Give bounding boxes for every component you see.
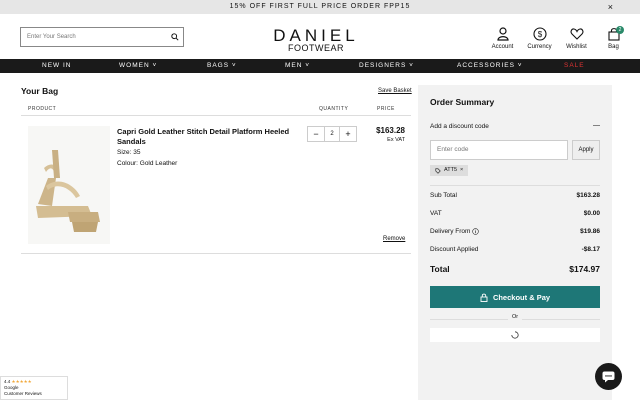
product-image[interactable] [28, 126, 110, 244]
product-size: Size: 35 [117, 149, 141, 156]
promo-close-icon[interactable]: × [608, 0, 614, 14]
bag-label: Bag [608, 44, 619, 50]
search-box[interactable]: Enter Your Search [20, 27, 184, 47]
subtotal-label: Sub Total [430, 192, 457, 199]
account-link[interactable]: Account [484, 27, 521, 50]
user-icon [496, 27, 509, 41]
total-value: $174.97 [569, 264, 600, 274]
header-divider [21, 115, 411, 116]
remove-item-link[interactable]: Remove [383, 236, 405, 242]
promo-banner: 15% OFF FIRST FULL PRICE ORDER FPP15 × [0, 0, 640, 14]
total-label: Total [430, 264, 450, 274]
apply-code-button[interactable]: Apply [572, 140, 600, 160]
chat-icon [602, 371, 615, 382]
promo-text: 15% OFF FIRST FULL PRICE ORDER FPP15 [229, 3, 411, 10]
checkout-label: Checkout & Pay [492, 292, 551, 302]
lock-icon [480, 293, 488, 302]
delivery-label-group: Delivery From [430, 228, 480, 235]
nav-item-new-in[interactable]: NEW IN [42, 59, 71, 73]
site-header: Enter Your Search DANIEL FOOTWEAR Accoun… [0, 14, 640, 59]
header-icons: Account $ Currency Wishlist 2 Bag [484, 26, 632, 50]
discount-applied-label: Discount Applied [430, 246, 479, 253]
main-nav: NEW IN WOMEN ˅ BAGS ˅ MEN ˅ DESIGNERS ˅ … [0, 59, 640, 73]
delivery-value: $19.86 [580, 228, 600, 235]
discount-toggle-icon[interactable]: — [593, 122, 600, 129]
discount-code-label[interactable]: Add a discount code [430, 123, 489, 130]
site-logo[interactable]: DANIEL FOOTWEAR [270, 26, 362, 53]
subtotal-value: $163.28 [576, 192, 601, 199]
vat-value: $0.00 [583, 210, 600, 217]
currency-link[interactable]: $ Currency [521, 27, 558, 50]
spinner-icon [511, 331, 519, 339]
wishlist-link[interactable]: Wishlist [558, 27, 595, 50]
column-header-price: PRICE [377, 106, 395, 112]
vat-note: Ex VAT [387, 137, 405, 143]
discount-applied-value: -$8.17 [581, 246, 600, 253]
vat-label: VAT [430, 210, 442, 217]
chat-button[interactable] [595, 363, 622, 390]
dollar-icon: $ [532, 27, 547, 41]
nav-item-men[interactable]: MEN ˅ [285, 59, 310, 73]
nav-item-bags[interactable]: BAGS ˅ [207, 59, 237, 73]
heart-icon [570, 28, 583, 40]
reviews-rating: 4.4 [4, 379, 11, 384]
or-label-wrap: Or [430, 314, 600, 320]
item-divider [21, 253, 411, 254]
discount-code-input[interactable]: Enter code [430, 140, 568, 160]
logo-line1: DANIEL [273, 26, 359, 45]
summary-divider [430, 185, 600, 186]
wishlist-label: Wishlist [566, 44, 587, 50]
delivery-label: Delivery From [430, 228, 471, 235]
currency-label: Currency [527, 44, 552, 50]
page-title: Your Bag [21, 86, 59, 96]
product-name[interactable]: Capri Gold Leather Stitch Detail Platfor… [117, 127, 297, 147]
quantity-increase-button[interactable]: + [340, 127, 356, 141]
svg-text:$: $ [537, 30, 542, 39]
product-colour: Colour: Gold Leather [117, 160, 178, 167]
search-icon[interactable] [167, 28, 183, 46]
quantity-decrease-button[interactable]: − [308, 127, 324, 141]
reviews-line2: Customer Reviews [4, 391, 42, 396]
or-label: Or [507, 314, 523, 320]
quantity-value[interactable]: 2 [324, 127, 340, 141]
save-basket-link[interactable]: Save Basket [378, 88, 412, 94]
nav-item-designers[interactable]: DESIGNERS ˅ [359, 59, 414, 73]
search-input[interactable]: Enter Your Search [21, 34, 167, 40]
bag-count-badge: 2 [616, 26, 624, 34]
applied-code-chip: ATT5 × [430, 165, 469, 176]
nav-item-women[interactable]: WOMEN ˅ [119, 59, 157, 73]
account-label: Account [491, 44, 514, 50]
tag-icon [435, 167, 441, 174]
nav-item-accessories[interactable]: ACCESSORIES ˅ [457, 59, 523, 73]
checkout-button[interactable]: Checkout & Pay [430, 286, 600, 308]
quantity-stepper: − 2 + [307, 126, 357, 142]
remove-code-icon[interactable]: × [460, 165, 463, 176]
express-payment-loading [430, 328, 600, 342]
column-header-quantity: QUANTITY [319, 106, 349, 112]
reviews-stars: ★★★★★ [11, 379, 32, 384]
column-header-product: PRODUCT [28, 106, 57, 112]
order-summary-title: Order Summary [430, 97, 495, 107]
google-reviews-badge[interactable]: 4.4 ★★★★★ Google Customer Reviews [0, 376, 68, 400]
logo-line2: FOOTWEAR [288, 43, 344, 53]
info-icon [472, 228, 480, 235]
order-summary-panel: Order Summary Add a discount code — Ente… [418, 85, 612, 400]
bag-link[interactable]: 2 Bag [595, 26, 632, 50]
nav-item-sale[interactable]: SALE [564, 59, 585, 73]
product-price: $163.28 [376, 126, 405, 135]
applied-code-text: ATT5 [444, 167, 458, 173]
